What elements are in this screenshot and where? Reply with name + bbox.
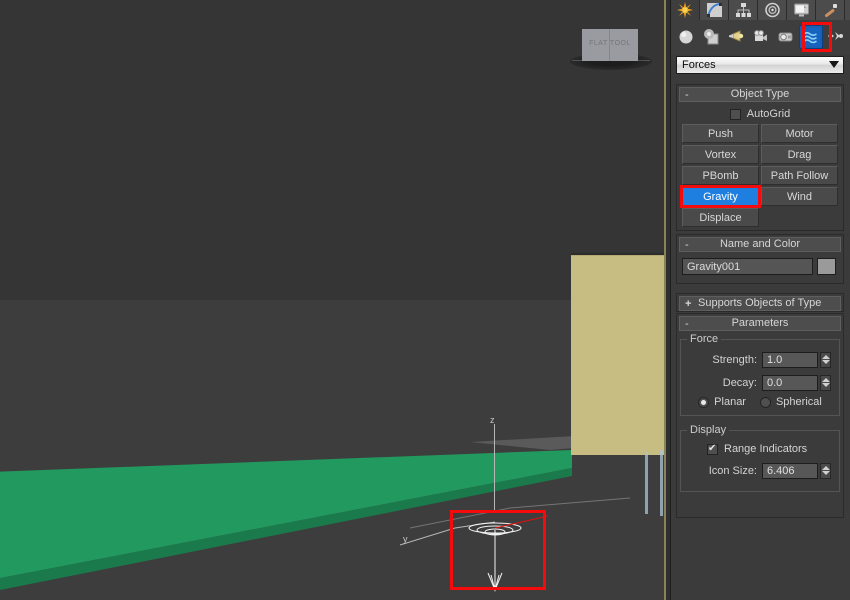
chevron-down-icon xyxy=(821,471,830,475)
pbomb-button[interactable]: PBomb xyxy=(682,166,759,185)
display-tab[interactable] xyxy=(787,0,816,20)
object-color-swatch[interactable] xyxy=(817,258,836,275)
cameras-button[interactable] xyxy=(749,25,773,49)
rollout-supports-objects-toggle[interactable]: + xyxy=(685,297,691,312)
hierarchy-tab[interactable] xyxy=(729,0,758,20)
rollout-object-type-toggle[interactable]: - xyxy=(685,88,689,103)
force-group-label: Force xyxy=(687,333,722,345)
rollout-object-type-header[interactable]: - Object Type xyxy=(679,87,841,102)
decay-row: Decay: 0.0 xyxy=(685,373,835,392)
chevron-down-icon xyxy=(821,360,830,364)
planar-radio[interactable] xyxy=(698,396,710,408)
gravity-button-highlight xyxy=(680,185,761,208)
push-button[interactable]: Push xyxy=(682,124,759,143)
strength-spinner[interactable] xyxy=(820,351,831,368)
autogrid-label: AutoGrid xyxy=(746,108,791,120)
geometry-button[interactable] xyxy=(674,25,698,49)
modify-tab[interactable] xyxy=(700,0,729,20)
icon-size-row: Icon Size: 6.406 xyxy=(685,461,835,480)
axis-y-label: y xyxy=(403,534,408,544)
rollout-object-type: - Object Type AutoGrid Push Motor Vortex… xyxy=(676,84,844,231)
strength-input[interactable]: 1.0 xyxy=(762,351,818,368)
command-panel-tab-row xyxy=(671,0,850,20)
rollout-supports-objects-title: Supports Objects of Type xyxy=(698,297,822,309)
rollout-object-type-title: Object Type xyxy=(730,88,790,100)
category-dropdown[interactable]: Forces xyxy=(676,56,844,74)
rollout-supports-objects-header[interactable]: + Supports Objects of Type xyxy=(679,296,841,311)
autogrid-row[interactable]: AutoGrid xyxy=(682,106,838,122)
planar-label: Planar xyxy=(714,396,746,408)
decay-spinner[interactable] xyxy=(820,374,831,391)
create-tab[interactable] xyxy=(671,0,700,20)
rollout-parameters-toggle[interactable]: - xyxy=(685,317,689,332)
wall-leg-left xyxy=(645,452,648,514)
box-object-label: FLAT TOOL xyxy=(589,40,631,47)
rollout-name-and-color-header[interactable]: - Name and Color xyxy=(679,237,841,252)
rollout-parameters-title: Parameters xyxy=(731,317,789,329)
tan-wall-panel[interactable] xyxy=(571,255,664,455)
spherical-radio[interactable] xyxy=(759,396,771,408)
vortex-button[interactable]: Vortex xyxy=(682,145,759,164)
object-type-button-grid: Push Motor Vortex Drag PBomb Path Follow… xyxy=(682,124,838,227)
chevron-up-icon xyxy=(821,355,830,359)
icon-size-spinner[interactable] xyxy=(820,462,831,479)
app-root: FLAT TOOL z y Forces - Object Type AutoG… xyxy=(0,0,850,600)
object-name-input[interactable]: Gravity001 xyxy=(682,258,813,275)
motor-button[interactable]: Motor xyxy=(761,124,838,143)
force-mode-radio-group: Planar Spherical xyxy=(685,396,835,408)
gravity-gizmo-highlight xyxy=(450,510,546,590)
chevron-up-icon xyxy=(821,466,830,470)
displace-button[interactable]: Displace xyxy=(682,208,759,227)
strength-label: Strength: xyxy=(712,353,757,366)
viewport-right-wall-strip xyxy=(664,0,666,600)
category-dropdown-value: Forces xyxy=(682,59,716,71)
force-group: Force Strength: 1.0 Decay: 0.0 Planar Sp… xyxy=(680,333,840,416)
decay-label: Decay: xyxy=(722,376,757,389)
icon-size-label: Icon Size: xyxy=(708,464,757,477)
perspective-viewport[interactable]: FLAT TOOL z y xyxy=(0,0,666,600)
axis-z-label: z xyxy=(490,415,495,425)
wall-leg-right xyxy=(660,450,663,516)
display-group-label: Display xyxy=(687,424,730,436)
drag-button[interactable]: Drag xyxy=(761,145,838,164)
range-indicators-label: Range Indicators xyxy=(724,443,808,455)
shapes-button[interactable] xyxy=(699,25,723,49)
utilities-tab[interactable] xyxy=(816,0,845,20)
chevron-down-icon xyxy=(821,383,830,387)
icon-size-input[interactable]: 6.406 xyxy=(762,462,818,479)
space-warps-button-highlight xyxy=(802,22,832,52)
autogrid-checkbox[interactable] xyxy=(729,108,741,120)
chevron-down-icon xyxy=(829,61,839,68)
rollout-parameters: - Parameters Force Strength: 1.0 Decay: … xyxy=(676,313,844,518)
decay-input[interactable]: 0.0 xyxy=(762,374,818,391)
rollout-name-and-color: - Name and Color Gravity001 xyxy=(676,234,844,284)
wind-button[interactable]: Wind xyxy=(761,187,838,206)
range-indicators-checkbox[interactable] xyxy=(707,443,718,455)
motion-tab[interactable] xyxy=(758,0,787,20)
rollout-supports-objects: + Supports Objects of Type xyxy=(676,293,844,312)
lights-button[interactable] xyxy=(724,25,748,49)
strength-row: Strength: 1.0 xyxy=(685,350,835,369)
rollout-name-and-color-title: Name and Color xyxy=(719,238,801,250)
display-group: Display Range Indicators Icon Size: 6.40… xyxy=(680,424,840,492)
path-follow-button[interactable]: Path Follow xyxy=(761,166,838,185)
rollout-name-and-color-toggle[interactable]: - xyxy=(685,238,689,253)
viewport-upper-background xyxy=(0,0,666,300)
range-indicators-row[interactable]: Range Indicators xyxy=(685,441,835,457)
spherical-label: Spherical xyxy=(775,396,822,408)
helpers-button[interactable] xyxy=(774,25,798,49)
rollout-parameters-header[interactable]: - Parameters xyxy=(679,316,841,331)
chevron-up-icon xyxy=(821,378,830,382)
